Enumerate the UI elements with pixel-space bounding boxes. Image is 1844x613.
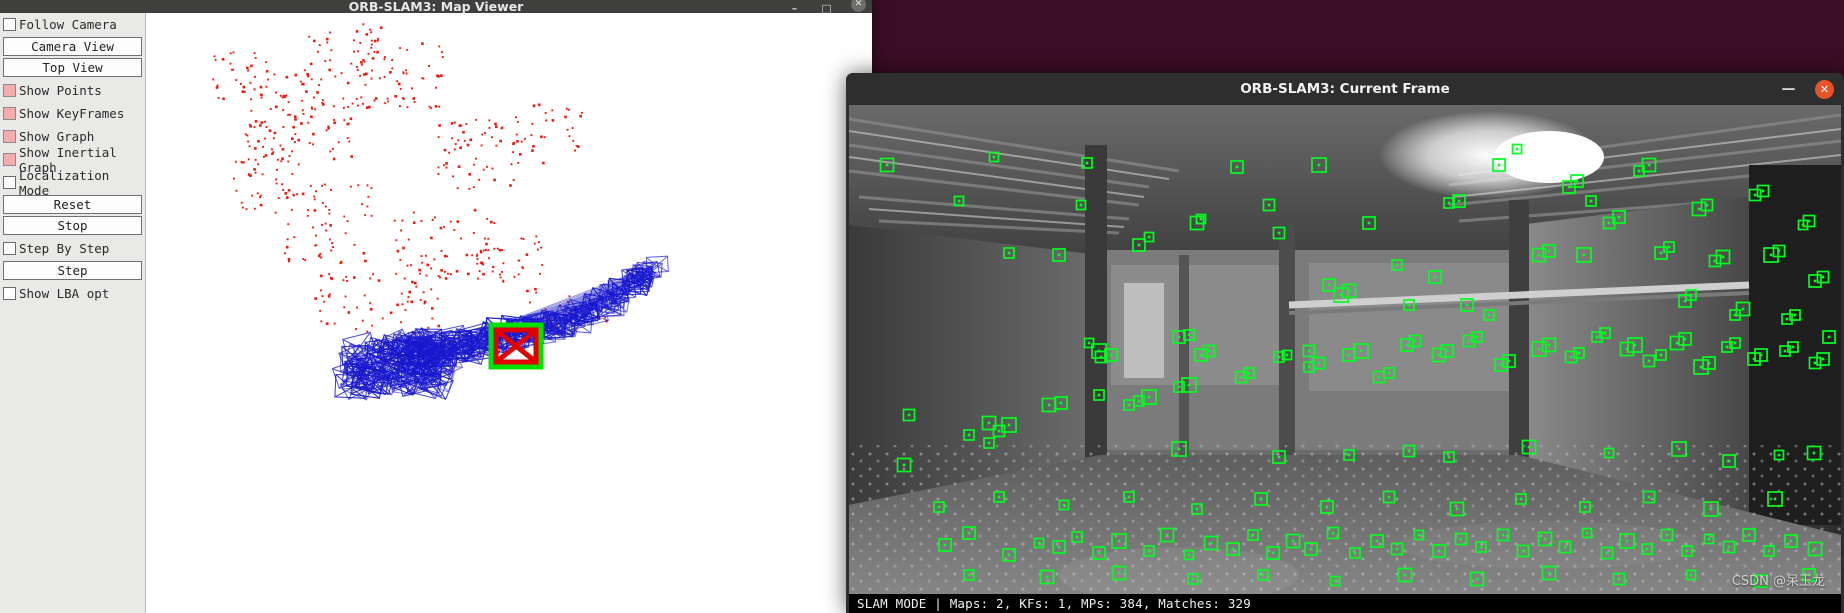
map-viewer-window-controls[interactable]: – □ ✕: [787, 0, 866, 13]
map-viewer-titlebar[interactable]: ORB-SLAM3: Map Viewer – □ ✕: [0, 0, 872, 13]
current-frame-titlebar[interactable]: ORB-SLAM3: Current Frame — ✕: [846, 73, 1844, 105]
close-icon[interactable]: ✕: [1815, 79, 1834, 99]
checkbox-box[interactable]: [3, 130, 16, 143]
map-viewer-canvas[interactable]: [147, 13, 872, 613]
checkbox-localization-mode[interactable]: Localization Mode: [0, 168, 145, 198]
current-frame-window-controls[interactable]: — ✕: [1782, 73, 1834, 105]
map-viewer-control-panel[interactable]: Follow Camera Camera View Top View Show …: [0, 13, 146, 613]
checkbox-step-by-step[interactable]: Step By Step: [0, 237, 145, 260]
checkbox-label: Show Graph: [19, 129, 95, 144]
checkbox-show-keyframes[interactable]: Show KeyFrames: [0, 102, 145, 125]
checkbox-label: Show KeyFrames: [19, 106, 125, 121]
minimize-icon[interactable]: –: [787, 1, 802, 13]
checkbox-label: Localization Mode: [19, 167, 110, 198]
maximize-icon[interactable]: □: [819, 1, 834, 13]
close-icon[interactable]: ✕: [851, 0, 866, 12]
stop-button[interactable]: Stop: [3, 216, 142, 235]
checkbox-label: Follow Camera: [19, 17, 117, 32]
checkbox-show-points[interactable]: Show Points: [0, 79, 145, 102]
current-camera-marker: [488, 322, 544, 370]
checkbox-box[interactable]: [3, 153, 16, 166]
frame-render: [849, 105, 1841, 613]
current-frame-title: ORB-SLAM3: Current Frame: [1240, 81, 1450, 97]
checkbox-label: Step By Step: [19, 241, 110, 256]
checkbox-follow-camera[interactable]: Follow Camera: [0, 13, 145, 36]
map-viewer-window[interactable]: ORB-SLAM3: Map Viewer – □ ✕ Follow Camer…: [0, 0, 872, 613]
camera-frame-image: CSDN @呆玉龙 SLAM MODE | Maps: 2, KFs: 1, M…: [849, 105, 1841, 613]
checkbox-box[interactable]: [3, 176, 16, 189]
current-frame-window[interactable]: ORB-SLAM3: Current Frame — ✕ CSDN @呆玉龙 S…: [846, 73, 1844, 613]
checkbox-box[interactable]: [3, 18, 16, 31]
reset-button[interactable]: Reset: [3, 195, 142, 214]
top-view-button[interactable]: Top View: [3, 58, 142, 77]
checkbox-box[interactable]: [3, 84, 16, 97]
map-scene: [212, 23, 669, 401]
checkbox-label: Show LBA opt: [19, 286, 110, 301]
checkbox-box[interactable]: [3, 242, 16, 255]
checkbox-box[interactable]: [3, 287, 16, 300]
map-viewer-title: ORB-SLAM3: Map Viewer: [348, 0, 524, 13]
checkbox-box[interactable]: [3, 107, 16, 120]
camera-view-button[interactable]: Camera View: [3, 37, 142, 56]
minimize-icon[interactable]: —: [1782, 82, 1796, 96]
checkbox-label: Show Points: [19, 83, 102, 98]
step-button[interactable]: Step: [3, 261, 142, 280]
checkbox-show-lba-opt[interactable]: Show LBA opt: [0, 282, 145, 305]
slam-status-bar: SLAM MODE | Maps: 2, KFs: 1, MPs: 384, M…: [849, 594, 1841, 613]
